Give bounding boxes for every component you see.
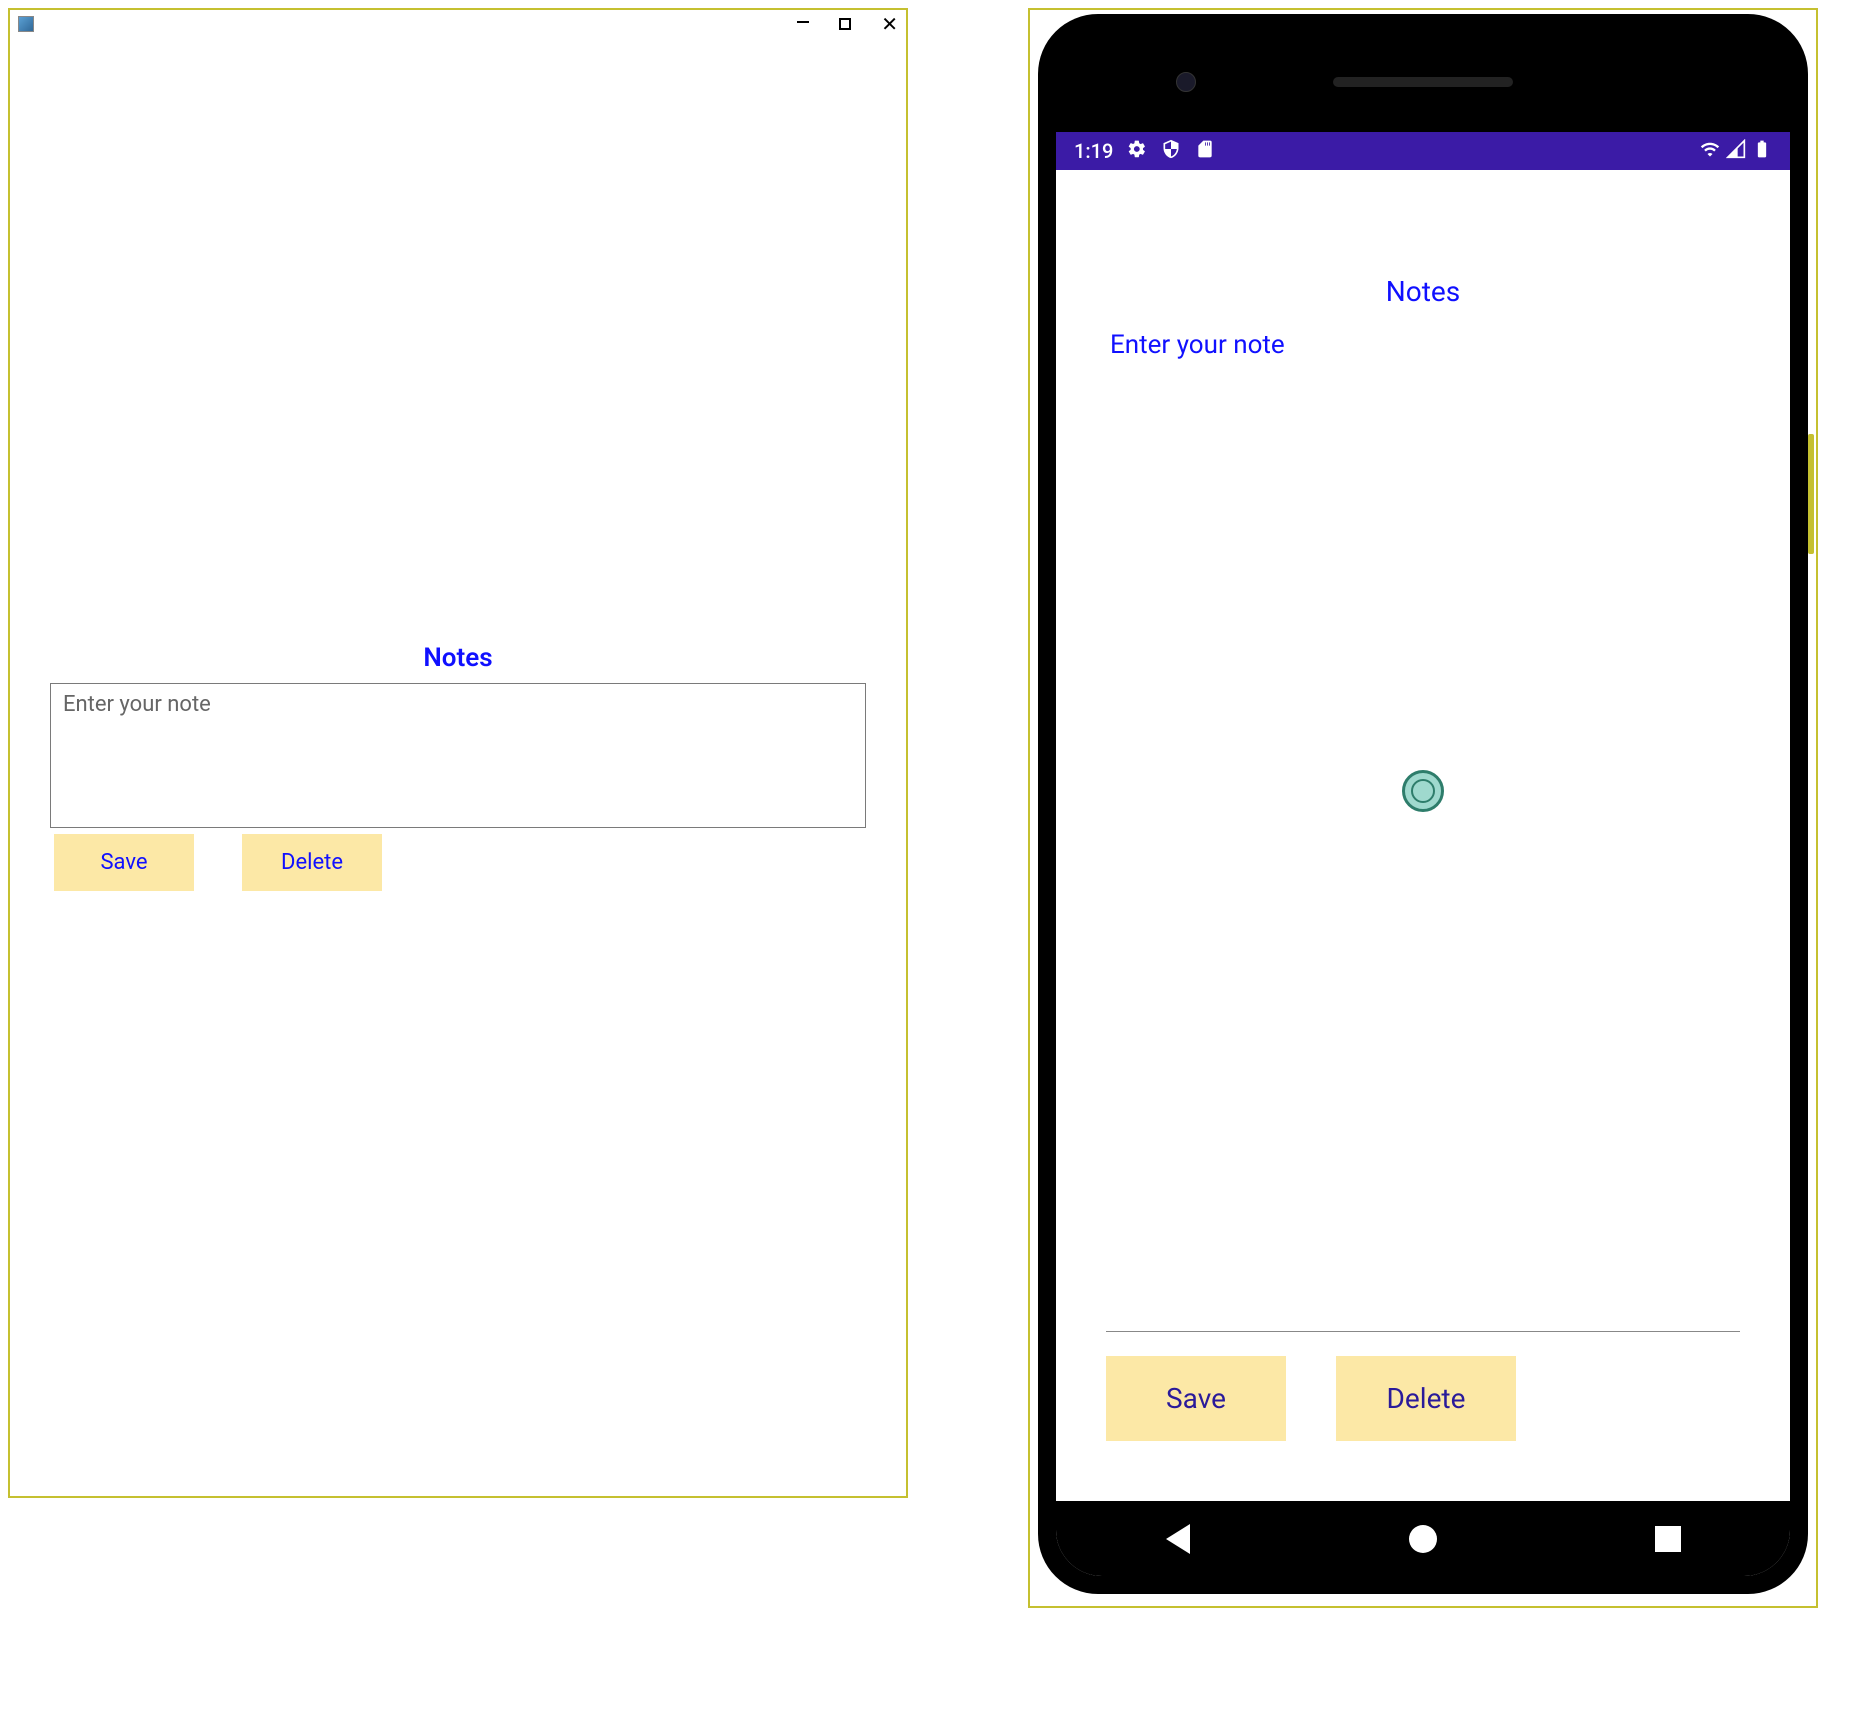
app-icon [18,16,34,32]
button-row: Save Delete [50,834,866,891]
close-icon[interactable]: ✕ [881,18,898,30]
minimize-icon[interactable] [797,21,809,23]
nav-home-button[interactable] [1406,1522,1440,1556]
touch-ripple-icon [1402,770,1444,812]
storage-icon [1195,139,1215,164]
settings-icon [1127,139,1147,164]
delete-button[interactable]: Delete [1336,1356,1516,1441]
status-bar: 1:19 [1056,132,1790,170]
maximize-icon[interactable] [839,18,851,30]
android-nav-bar [1056,1501,1790,1576]
input-underline [1106,1331,1740,1332]
delete-button[interactable]: Delete [242,834,382,891]
camera-icon [1176,72,1196,92]
phone-hardware-top [1056,32,1790,132]
signal-icon [1726,139,1746,164]
speaker-grille [1333,77,1513,87]
nav-back-button[interactable] [1161,1522,1195,1556]
phone-side-button [1808,434,1814,554]
back-triangle-icon [1166,1524,1190,1554]
status-time: 1:19 [1074,139,1113,163]
button-row: Save Delete [1106,1356,1740,1441]
wifi-icon [1700,139,1720,164]
notes-title: Notes [1106,275,1740,308]
desktop-body: Notes Save Delete [10,38,906,1496]
phone-frame: 1:19 [1028,8,1818,1608]
phone-screen: 1:19 [1056,132,1790,1576]
nav-recent-button[interactable] [1651,1522,1685,1556]
home-circle-icon [1409,1525,1437,1553]
battery-icon [1752,139,1772,164]
notes-title: Notes [50,643,866,673]
desktop-window: ✕ Notes Save Delete [8,8,908,1498]
phone-device: 1:19 [1038,14,1808,1594]
note-input[interactable] [50,683,866,828]
recent-square-icon [1655,1526,1681,1552]
shield-icon [1161,139,1181,164]
save-button[interactable]: Save [54,834,194,891]
note-placeholder: Enter your note [1110,330,1740,360]
phone-body: Notes Enter your note Save Delete [1056,170,1790,1501]
save-button[interactable]: Save [1106,1356,1286,1441]
desktop-titlebar: ✕ [10,10,906,38]
note-input[interactable]: Enter your note [1106,330,1740,1331]
